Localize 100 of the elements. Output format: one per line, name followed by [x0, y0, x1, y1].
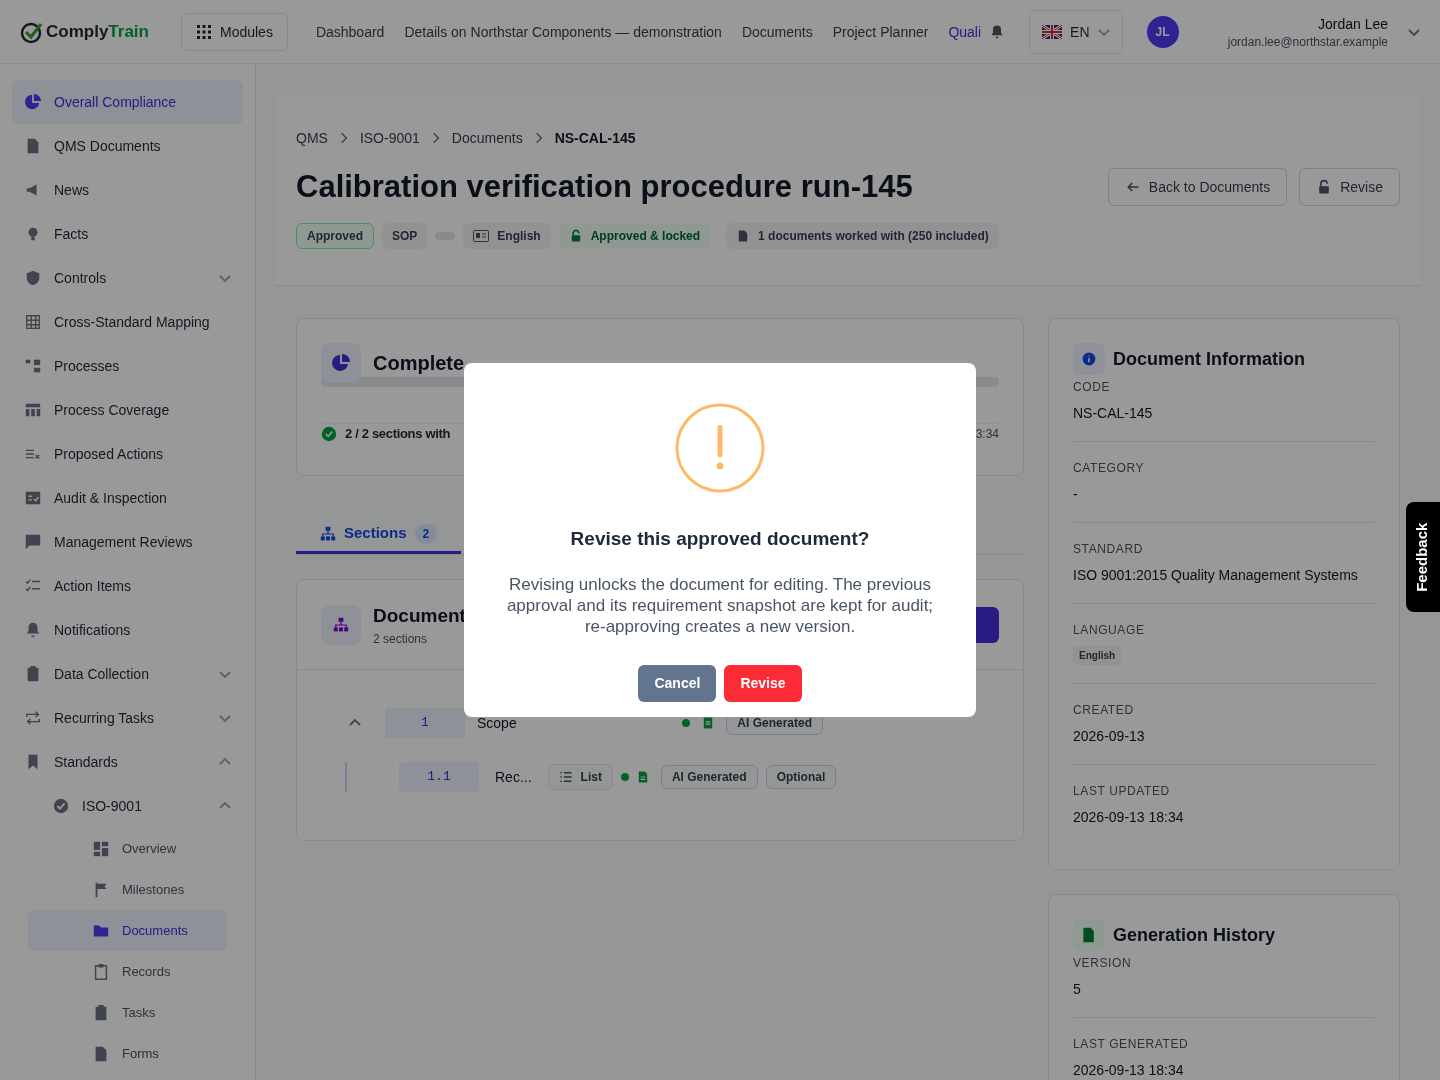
- nav-link[interactable]: Documents: [741, 21, 813, 42]
- field-value: 2026-09-13 18:34: [1073, 808, 1185, 827]
- field-value: 2026-09-13 18:34: [1073, 1061, 1185, 1080]
- card-title: Complete: [373, 351, 465, 376]
- tag-badge: Optional: [765, 765, 837, 789]
- hierarchy-icon: [24, 357, 42, 375]
- sidebar-item[interactable]: QMS Documents: [12, 124, 243, 168]
- field-label: VERSION: [1073, 955, 1133, 971]
- chat-pen-icon: [24, 533, 42, 551]
- sidebar-item[interactable]: Cross-Standard Mapping: [12, 300, 243, 344]
- pie-chart-icon: [321, 343, 361, 383]
- sidebar-item[interactable]: ISO-9001: [12, 784, 243, 828]
- bell-icon: [24, 621, 42, 639]
- nav-link[interactable]: Dashboard: [315, 21, 385, 42]
- usage-badge: 1 documents worked with (250 included): [726, 222, 999, 249]
- tag-badge: AI Generated: [660, 765, 758, 789]
- breadcrumb-link[interactable]: NS-CAL-145: [554, 128, 636, 148]
- breadcrumb-link[interactable]: ISO-9001: [359, 128, 420, 148]
- chevron-down-icon: [219, 714, 231, 722]
- check-circle-icon: [321, 425, 337, 442]
- nav-link[interactable]: Project Planner: [832, 21, 929, 42]
- sidebar-item[interactable]: Management Reviews: [12, 520, 243, 564]
- sidebar-item[interactable]: Standards: [12, 740, 243, 784]
- sidebar-item[interactable]: Facts: [12, 212, 243, 256]
- grid-dots-icon: [195, 23, 212, 40]
- language-badge: English: [1073, 646, 1122, 665]
- field-value: 2026-09-13: [1073, 727, 1146, 746]
- field-label: CODE: [1073, 379, 1112, 395]
- section-title[interactable]: Rec...: [495, 767, 532, 787]
- exclamation-circle-icon: [675, 403, 765, 493]
- sidebar-item[interactable]: Controls: [12, 256, 243, 300]
- chevron-down-icon: [1408, 27, 1420, 36]
- field-label: LAST GENERATED: [1073, 1036, 1190, 1052]
- completeness-summary: 2 / 2 sections with: [345, 425, 451, 443]
- page-title: Calibration verification procedure run-145: [296, 168, 914, 206]
- shield-icon: [24, 269, 42, 287]
- hierarchy-icon: [321, 604, 361, 645]
- flag-icon: [1042, 24, 1063, 39]
- document-icon: [636, 771, 649, 783]
- back-button[interactable]: Back to Documents: [1107, 168, 1288, 207]
- chevron-up-icon: [219, 802, 231, 810]
- pie-chart-icon: [24, 93, 42, 111]
- locked-badge: Approved & locked: [558, 222, 711, 249]
- chevron-down-icon: [219, 670, 231, 678]
- dashboard-icon: [92, 839, 110, 858]
- table-icon: [24, 401, 42, 419]
- nav-link[interactable]: Details on Northstar Components — demonstration: [404, 21, 722, 42]
- user-avatar[interactable]: JL: [1146, 15, 1179, 48]
- nav-link[interactable]: Quali: [948, 21, 982, 42]
- sections-tab[interactable]: Sections 2: [296, 516, 462, 554]
- sidebar-item[interactable]: Records: [28, 951, 227, 992]
- timestamp: 3:34: [975, 425, 999, 442]
- sidebar-item[interactable]: Overview: [28, 828, 227, 869]
- field-label: LAST UPDATED: [1073, 783, 1171, 799]
- breadcrumb-link[interactable]: Documents: [451, 128, 523, 148]
- chevron-down-icon: [219, 274, 231, 282]
- sidebar-item[interactable]: Milestones: [28, 869, 227, 910]
- section-number: 1: [385, 708, 465, 738]
- grid-icon: [24, 313, 42, 331]
- language-selector[interactable]: EN: [1029, 9, 1123, 54]
- logo-text[interactable]: ComplyTrain: [46, 18, 149, 45]
- sidebar-item[interactable]: Proposed Actions: [12, 432, 243, 476]
- field-value: ISO 9001:2015 Quality Management Systems: [1073, 566, 1359, 585]
- info-icon: [1073, 343, 1105, 375]
- modules-button[interactable]: Modules: [180, 12, 288, 51]
- badge-check-icon: [52, 797, 70, 815]
- sidebar-item[interactable]: Data Collection: [12, 652, 243, 696]
- sidebar-item[interactable]: Documents: [28, 910, 227, 951]
- section-number: 1.1: [399, 762, 479, 792]
- field-value: -: [1073, 485, 1079, 504]
- sidebar-item[interactable]: Forms: [28, 1033, 227, 1074]
- user-email: jordan.lee@northstar.example: [1227, 33, 1388, 50]
- language-badge: English: [463, 222, 551, 249]
- repeat-icon: [24, 709, 42, 727]
- cancel-button[interactable]: Cancel: [638, 664, 717, 702]
- field-label: STANDARD: [1073, 541, 1144, 557]
- status-badge: Approved: [296, 222, 374, 249]
- sidebar-item[interactable]: Notifications: [12, 608, 243, 652]
- count-badge: 2: [414, 523, 438, 544]
- sidebar-item[interactable]: News: [12, 168, 243, 212]
- sidebar-item[interactable]: Overall Compliance: [12, 80, 243, 124]
- chevron-up-icon[interactable]: [349, 719, 361, 727]
- revise-button[interactable]: Revise: [1299, 168, 1400, 207]
- sidebar-item[interactable]: Recurring Tasks: [12, 696, 243, 740]
- checkbox-list-icon: [24, 489, 42, 507]
- sidebar-item[interactable]: Process Coverage: [12, 388, 243, 432]
- sidebar-item[interactable]: Action Items: [12, 564, 243, 608]
- sidebar-item[interactable]: Audit & Inspection: [12, 476, 243, 520]
- confirm-button[interactable]: Revise: [724, 664, 802, 702]
- sidebar-item[interactable]: Processes: [12, 344, 243, 388]
- card-title: Document: [373, 604, 466, 629]
- card-subtitle: 2 sections: [373, 630, 429, 647]
- sidebar-item[interactable]: Tasks: [28, 992, 227, 1033]
- dialog-message: Revising unlocks the document for editing. The previous approval and its requirement snapshot are kept for audit; re-approving creates a new version.: [505, 573, 935, 637]
- section-title[interactable]: Scope: [477, 713, 671, 733]
- breadcrumb-link[interactable]: QMS: [296, 128, 328, 148]
- plain-badge: SOP: [382, 222, 428, 249]
- field-value: NS-CAL-145: [1073, 404, 1154, 423]
- id-card-icon: [473, 229, 490, 242]
- feedback-tab[interactable]: Feedback: [1406, 502, 1440, 612]
